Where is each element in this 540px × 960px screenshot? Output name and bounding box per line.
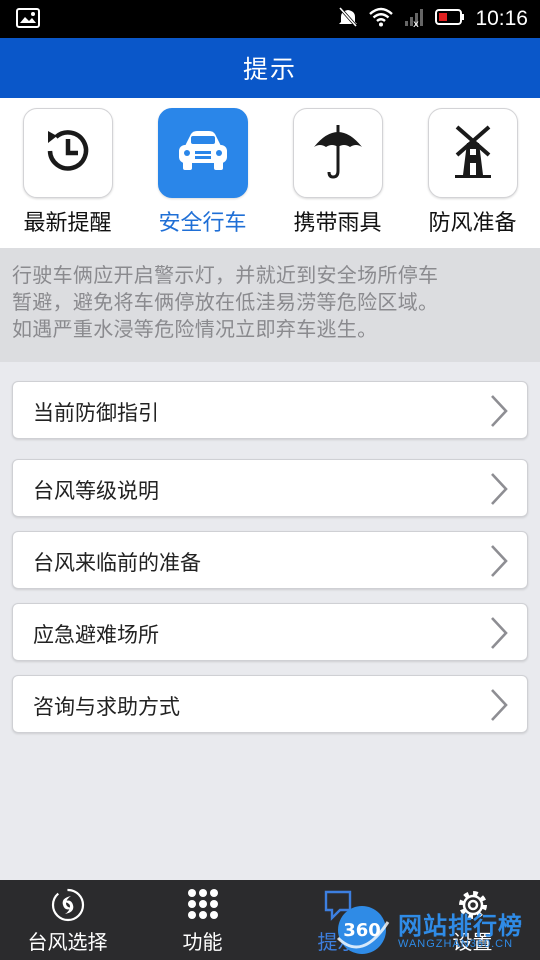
nav-label: 功能 bbox=[182, 930, 223, 954]
mute-icon bbox=[337, 6, 359, 32]
menu-item-label: 咨询与求助方式 bbox=[33, 695, 180, 719]
battery-icon bbox=[435, 8, 465, 30]
windmill-icon bbox=[445, 121, 501, 185]
tab-label: 携带雨具 bbox=[293, 211, 382, 236]
watermark-badge: 360 bbox=[343, 920, 381, 941]
umbrella-icon bbox=[310, 121, 366, 185]
menu-item-pre-typhoon-prep[interactable]: 台风来临前的准备 bbox=[12, 531, 528, 589]
signal-icon: x bbox=[403, 7, 425, 31]
category-tabs: 最新提醒 安全行车 携带雨具 防风准备 bbox=[0, 98, 540, 248]
tip-line: 如遇严重水浸等危险情况立即弃车逃生。 bbox=[12, 317, 378, 341]
clock-history-icon bbox=[40, 123, 96, 183]
windproof-prep-tile[interactable] bbox=[428, 108, 518, 198]
watermark-subtext: WANGZHAN360.CN bbox=[398, 938, 514, 950]
chevron-right-icon bbox=[489, 394, 509, 432]
wifi-icon bbox=[369, 7, 394, 31]
chevron-right-icon bbox=[489, 544, 509, 582]
chevron-right-icon bbox=[489, 616, 509, 654]
tip-description: 行驶车俩应开启警示灯，并就近到安全场所停车 暂避，避免将车俩停放在低洼易涝等危险… bbox=[0, 248, 540, 362]
carry-rain-gear-tile[interactable] bbox=[293, 108, 383, 198]
chevron-right-icon bbox=[489, 472, 509, 510]
chevron-right-icon bbox=[489, 688, 509, 726]
gallery-notification-icon bbox=[16, 8, 40, 32]
menu-item-label: 应急避难场所 bbox=[33, 623, 159, 647]
grid-icon bbox=[187, 888, 219, 924]
menu-item-help-contact[interactable]: 咨询与求助方式 bbox=[12, 675, 528, 733]
menu-item-typhoon-levels[interactable]: 台风等级说明 bbox=[12, 459, 528, 517]
svg-text:x: x bbox=[413, 19, 419, 27]
nav-typhoon-select[interactable]: 台风选择 bbox=[0, 880, 135, 960]
menu-item-shelters[interactable]: 应急避难场所 bbox=[12, 603, 528, 661]
menu-item-defense-guide[interactable]: 当前防御指引 bbox=[12, 381, 528, 439]
safe-driving-tile[interactable] bbox=[158, 108, 248, 198]
tip-line: 暂避，避免将车俩停放在低洼易涝等危险区域。 bbox=[12, 290, 439, 314]
car-icon bbox=[173, 126, 233, 180]
menu-item-label: 台风来临前的准备 bbox=[33, 551, 201, 575]
app-header: 提示 bbox=[0, 38, 540, 98]
watermark-logo: 360 bbox=[332, 902, 394, 960]
menu-item-label: 台风等级说明 bbox=[33, 479, 159, 503]
tab-label: 防风准备 bbox=[428, 211, 517, 236]
menu-item-label: 当前防御指引 bbox=[33, 401, 159, 425]
tab-label: 最新提醒 bbox=[23, 211, 112, 236]
nav-functions[interactable]: 功能 bbox=[135, 880, 270, 960]
watermark-text: 网站排行榜 bbox=[398, 912, 523, 940]
page-title: 提示 bbox=[242, 55, 297, 84]
watermark: 360 网站排行榜 WANGZHAN360.CN bbox=[332, 898, 540, 960]
tab-latest-reminder[interactable]: 最新提醒 bbox=[0, 108, 135, 243]
tab-label: 安全行车 bbox=[158, 211, 247, 236]
tab-safe-driving[interactable]: 安全行车 bbox=[135, 108, 270, 243]
tip-line: 行驶车俩应开启警示灯，并就近到安全场所停车 bbox=[12, 263, 439, 287]
nav-label: 台风选择 bbox=[27, 930, 108, 954]
latest-reminder-tile[interactable] bbox=[23, 108, 113, 198]
status-bar: x 10:16 bbox=[0, 0, 540, 38]
clock-time: 10:16 bbox=[475, 7, 528, 30]
tab-windproof-prep[interactable]: 防风准备 bbox=[405, 108, 540, 243]
tab-carry-rain-gear[interactable]: 携带雨具 bbox=[270, 108, 405, 243]
typhoon-icon bbox=[51, 888, 85, 926]
